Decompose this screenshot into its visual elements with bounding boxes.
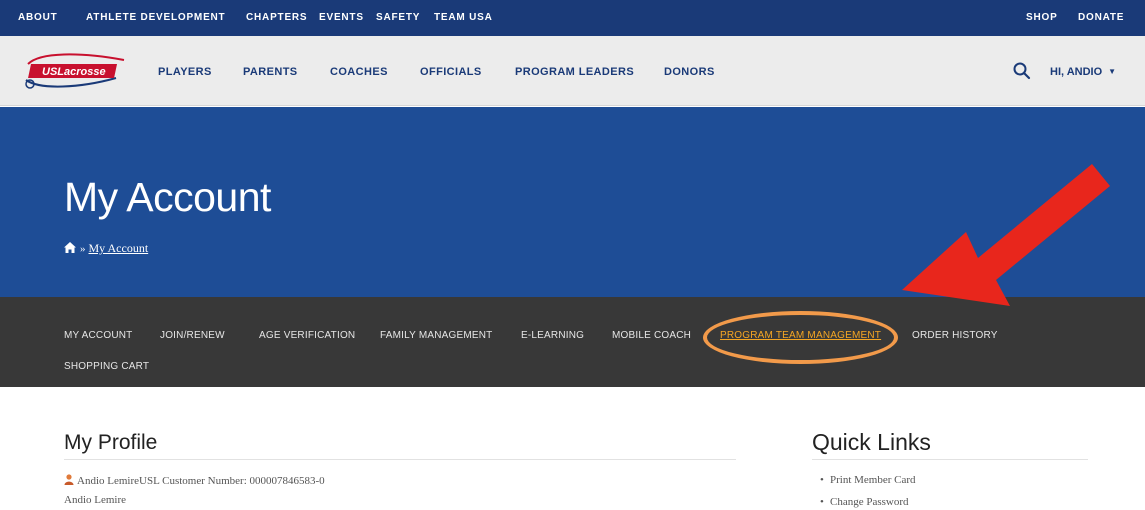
svg-text:USLacrosse: USLacrosse bbox=[42, 66, 106, 78]
nav-players[interactable]: PLAYERS bbox=[158, 66, 212, 78]
bullet-icon: • bbox=[820, 474, 824, 486]
user-menu-label: HI, ANDIO bbox=[1050, 66, 1103, 78]
quick-link-label: Print Member Card bbox=[830, 474, 916, 486]
nav-program-leaders[interactable]: PROGRAM LEADERS bbox=[515, 66, 634, 78]
nav-coaches[interactable]: COACHES bbox=[330, 66, 388, 78]
utility-link-athlete-development[interactable]: ATHLETE DEVELOPMENT bbox=[86, 12, 225, 23]
account-tab-program-team-management[interactable]: PROGRAM TEAM MANAGEMENT bbox=[720, 330, 881, 341]
utility-bar: ABOUT ATHLETE DEVELOPMENT CHAPTERS EVENT… bbox=[0, 0, 1145, 36]
customer-number-line: Andio LemireUSL Customer Number: 0000078… bbox=[64, 474, 325, 487]
nav-parents[interactable]: PARENTS bbox=[243, 66, 298, 78]
caret-down-icon: ▼ bbox=[1108, 67, 1117, 76]
user-icon bbox=[64, 474, 74, 485]
account-navigation: MY ACCOUNT JOIN/RENEW AGE VERIFICATION F… bbox=[0, 297, 1145, 387]
profile-divider bbox=[64, 459, 736, 460]
bullet-icon: • bbox=[820, 496, 824, 508]
account-tab-age-verification[interactable]: AGE VERIFICATION bbox=[259, 330, 355, 341]
nav-donors[interactable]: DONORS bbox=[664, 66, 715, 78]
quick-link-print-member-card[interactable]: • Print Member Card bbox=[820, 469, 916, 491]
breadcrumb: » My Account bbox=[64, 241, 148, 257]
quick-link-label: Change Password bbox=[830, 496, 909, 508]
user-menu[interactable]: HI, ANDIO ▼ bbox=[1050, 66, 1116, 78]
breadcrumb-my-account-link[interactable]: My Account bbox=[89, 241, 149, 255]
uslacrosse-logo[interactable]: USLacrosse bbox=[20, 50, 130, 92]
utility-link-team-usa[interactable]: TEAM USA bbox=[434, 12, 493, 23]
quick-links-divider bbox=[812, 459, 1088, 460]
account-tab-order-history[interactable]: ORDER HISTORY bbox=[912, 330, 998, 341]
customer-number-text: Andio LemireUSL Customer Number: 0000078… bbox=[77, 475, 325, 487]
page-header: My Account » My Account bbox=[0, 107, 1145, 297]
quick-links-list: • Print Member Card • Change Password bbox=[820, 469, 916, 510]
quick-links-heading: Quick Links bbox=[812, 429, 931, 455]
quick-link-change-password[interactable]: • Change Password bbox=[820, 491, 916, 510]
profile-name: Andio Lemire bbox=[64, 494, 127, 506]
account-tab-family-management[interactable]: FAMILY MANAGEMENT bbox=[380, 330, 493, 341]
utility-link-events[interactable]: EVENTS bbox=[319, 12, 364, 23]
search-icon[interactable] bbox=[1012, 61, 1032, 81]
home-icon[interactable] bbox=[64, 242, 76, 253]
page-title: My Account bbox=[64, 174, 271, 220]
main-navigation: USLacrosse PLAYERS PARENTS COACHES OFFIC… bbox=[0, 36, 1145, 106]
breadcrumb-separator: » bbox=[80, 243, 86, 255]
account-tab-shopping-cart[interactable]: SHOPPING CART bbox=[64, 361, 149, 372]
account-tab-mobile-coach[interactable]: MOBILE COACH bbox=[612, 330, 691, 341]
utility-link-about[interactable]: ABOUT bbox=[18, 12, 58, 23]
account-tab-e-learning[interactable]: E-LEARNING bbox=[521, 330, 584, 341]
my-profile-heading: My Profile bbox=[64, 431, 158, 454]
utility-link-safety[interactable]: SAFETY bbox=[376, 12, 420, 23]
utility-link-shop[interactable]: SHOP bbox=[1026, 12, 1058, 23]
utility-link-donate[interactable]: DONATE bbox=[1078, 12, 1124, 23]
account-tab-join-renew[interactable]: JOIN/RENEW bbox=[160, 330, 225, 341]
utility-link-chapters[interactable]: CHAPTERS bbox=[246, 12, 307, 23]
nav-officials[interactable]: OFFICIALS bbox=[420, 66, 482, 78]
account-tab-my-account[interactable]: MY ACCOUNT bbox=[64, 330, 133, 341]
